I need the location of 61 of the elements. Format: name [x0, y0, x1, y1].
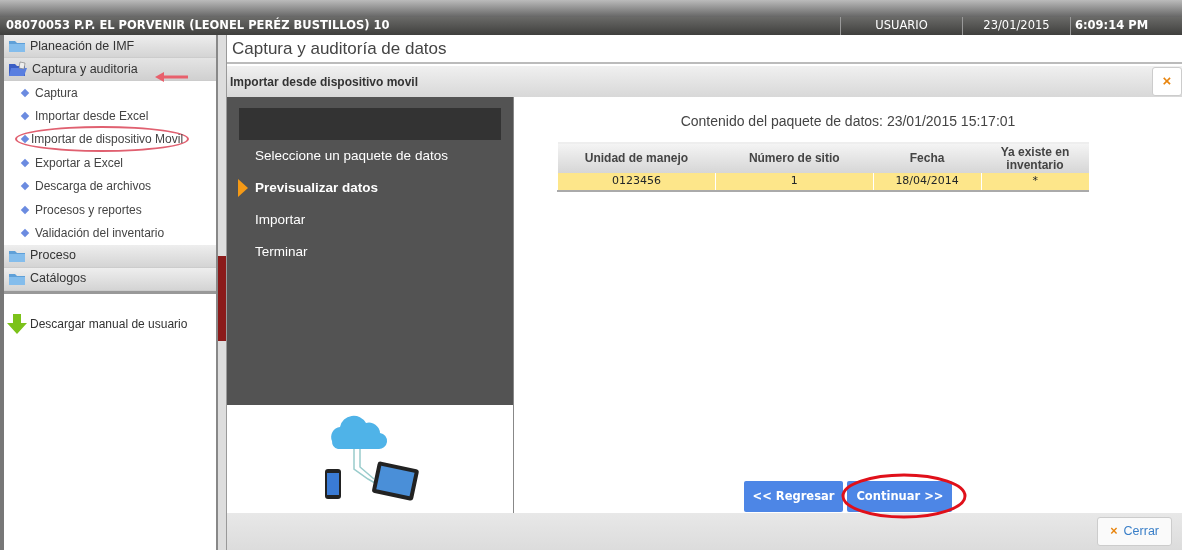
item-label: Validación del inventario: [35, 225, 165, 243]
time-label: 6:09:14 PM: [1070, 17, 1182, 35]
table-cell: *: [981, 173, 1089, 191]
item-label: Importar desde Excel: [35, 108, 149, 126]
column-header: Unidad de manejo: [557, 143, 716, 173]
bullet-icon: [20, 135, 30, 144]
sidebar-item[interactable]: Exportar a Excel: [4, 151, 216, 175]
bullet-icon: [20, 182, 30, 191]
splitter-handle[interactable]: [218, 256, 226, 341]
item-label: Importar de dispositivo Movil: [31, 132, 184, 147]
bullet-icon: [20, 228, 30, 238]
section-label: Captura y auditoria: [32, 60, 138, 78]
table-cell: 1: [715, 173, 874, 191]
continue-button[interactable]: Continuar >>: [847, 481, 953, 512]
sidebar-item[interactable]: Captura: [4, 81, 216, 105]
section-label: Planeación de IMF: [30, 37, 135, 55]
sidebar-item[interactable]: Importar desde Excel: [4, 104, 216, 128]
section-label: Catálogos: [30, 270, 87, 288]
folder-icon: [8, 248, 26, 263]
page-title: Captura y auditoría de datos: [227, 35, 1182, 64]
sidebar-item[interactable]: Validación del inventario: [4, 221, 216, 245]
wizard-step: Previsualizar datos: [239, 172, 501, 204]
user-label: USUARIO: [840, 17, 962, 35]
item-label: Descarga de archivos: [35, 178, 152, 196]
wizard-step: Terminar: [239, 236, 501, 268]
close-dialog-button[interactable]: × Cerrar: [1097, 517, 1172, 546]
column-header: Número de sitio: [715, 143, 874, 173]
current-step-arrow-icon: [238, 179, 248, 197]
back-button[interactable]: << Regresar: [743, 481, 844, 512]
item-label: Exportar a Excel: [35, 154, 124, 172]
close-icon: ×: [1110, 522, 1118, 541]
table-row[interactable]: 0123456 1 18/04/2014 *: [557, 173, 1089, 191]
bullet-icon: [20, 88, 30, 97]
bullet-icon: [20, 158, 30, 168]
section-label: Proceso: [30, 247, 76, 265]
folder-icon: [8, 271, 26, 286]
sidebar-section[interactable]: Catálogos: [4, 267, 216, 291]
sidebar-item[interactable]: Procesos y reportes: [4, 197, 216, 222]
folder-icon: [8, 39, 26, 53]
column-header: Fecha: [873, 143, 982, 173]
sidebar-item[interactable]: Descarga de archivos: [4, 174, 216, 198]
column-header: Ya existe en inventario: [981, 143, 1089, 173]
download-arrow-icon: [6, 313, 28, 334]
sidebar-section[interactable]: Proceso: [4, 244, 216, 268]
open-folder-icon: [8, 61, 28, 77]
content-title: Contenido del paquete de datos: 23/01/2015 15:17:01: [680, 112, 1016, 131]
dialog-title: Importar desde dispositivo movil: [230, 73, 419, 91]
date-label: 23/01/2015: [962, 17, 1070, 35]
sidebar-item[interactable]: Importar de dispositivo Movil: [4, 127, 216, 152]
table-cell: 0123456: [557, 173, 716, 191]
sidebar-section[interactable]: Captura y auditoria: [4, 58, 216, 81]
download-link[interactable]: Descargar manual de usuario: [30, 314, 188, 333]
window-title: 08070053 P.P. EL PORVENIR (LEONEL PERÉZ BUSTILLOS) 10: [5, 17, 391, 35]
sidebar-section[interactable]: Planeación de IMF: [4, 35, 216, 58]
bullet-icon: [20, 205, 30, 214]
item-label: Captura: [35, 84, 78, 102]
item-label: Procesos y reportes: [35, 201, 142, 219]
wizard-step: Seleccione un paquete de datos: [239, 140, 501, 172]
wizard-step: Importar: [239, 204, 501, 236]
table-cell: 18/04/2014: [873, 173, 982, 191]
bullet-icon: [20, 111, 30, 121]
